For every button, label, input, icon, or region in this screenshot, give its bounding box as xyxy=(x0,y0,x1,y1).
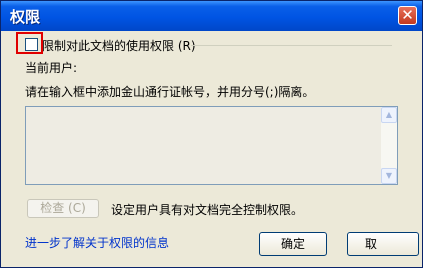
cancel-button[interactable]: 取 xyxy=(347,232,419,256)
triangle-down-icon: ▼ xyxy=(385,171,393,180)
scroll-down-button[interactable]: ▼ xyxy=(381,168,397,184)
restrict-permission-label[interactable]: 限制对此文档的使用权限 (R) xyxy=(42,37,196,54)
users-input-box[interactable]: ▲ ▼ xyxy=(25,106,398,185)
ok-button[interactable]: 确定 xyxy=(259,232,327,256)
scroll-up-button[interactable]: ▲ xyxy=(381,107,397,123)
triangle-up-icon: ▲ xyxy=(385,110,393,119)
title-bar[interactable]: 权限 ✕ xyxy=(1,1,422,31)
vertical-scrollbar[interactable]: ▲ ▼ xyxy=(381,107,397,184)
current-user-label: 当前用户: xyxy=(25,61,78,75)
highlight-annotation xyxy=(16,32,43,54)
dialog-title: 权限 xyxy=(10,8,41,26)
full-control-text: 设定用户具有对文档完全控制权限。 xyxy=(111,203,304,217)
close-icon: ✕ xyxy=(401,6,414,24)
close-button[interactable]: ✕ xyxy=(398,6,417,25)
instruction-text: 请在输入框中添加金山通行证帐号，并用分号(;)隔离。 xyxy=(25,85,315,99)
permissions-dialog: 权限 ✕ 限制对此文档的使用权限 (R) 当前用户: 请在输入框中添加金山通行证… xyxy=(0,0,423,268)
check-button[interactable]: 检查 (C) xyxy=(27,199,99,218)
dialog-body: 限制对此文档的使用权限 (R) 当前用户: 请在输入框中添加金山通行证帐号，并用… xyxy=(1,31,422,267)
help-link[interactable]: 进一步了解关于权限的信息 xyxy=(25,234,169,251)
group-divider xyxy=(191,45,392,46)
